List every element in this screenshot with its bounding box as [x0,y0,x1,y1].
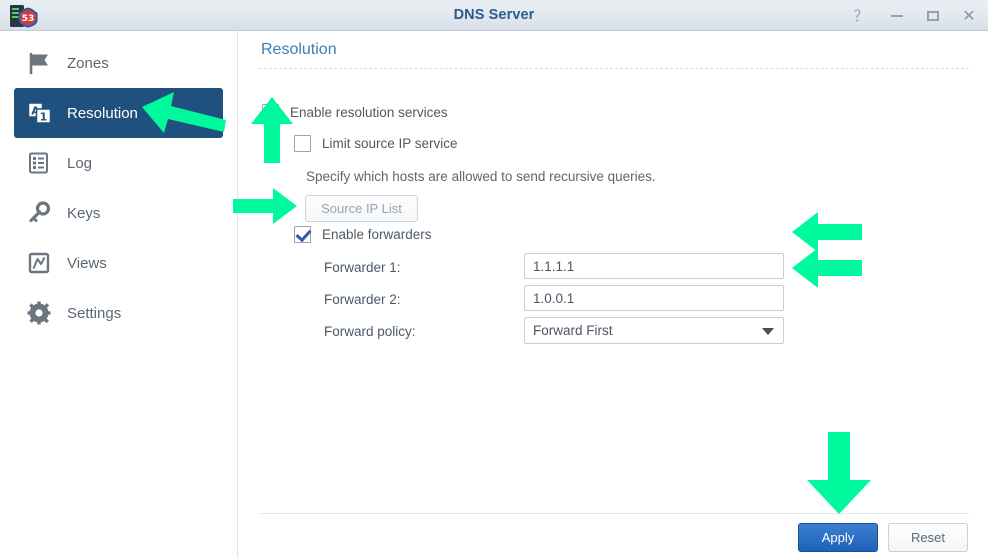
source-ip-list-label: Source IP List [321,201,402,216]
limit-source-ip-label: Limit source IP service [322,136,458,151]
apply-button[interactable]: Apply [798,523,878,552]
recursive-queries-hint: Specify which hosts are allowed to send … [306,169,656,184]
enable-resolution-row[interactable]: Enable resolution services [262,104,448,121]
svg-text:1: 1 [40,111,48,124]
forwarder1-input[interactable] [524,253,784,279]
sidebar-item-label: Resolution [67,104,138,122]
forwarder2-label: Forwarder 2: [324,292,401,307]
list-icon [26,149,54,177]
apply-label: Apply [821,530,855,545]
footer-divider [259,513,969,514]
footer-buttons: Apply Reset [798,523,968,552]
enable-forwarders-label: Enable forwarders [322,227,432,242]
sidebar-item-label: Zones [67,54,109,72]
sidebar-item-label: Keys [67,204,101,222]
chart-icon [26,249,54,277]
help-button[interactable]: ？ [852,7,870,25]
key-icon [26,199,54,227]
close-button[interactable]: ✕ [960,7,978,25]
forwarder1-label: Forwarder 1: [324,260,401,275]
sidebar-item-resolution[interactable]: A 1 Resolution [14,88,223,138]
sidebar-item-zones[interactable]: Zones [14,38,223,88]
sidebar: Zones A 1 Resolution Log Keys Views Sett… [0,31,238,558]
reset-button[interactable]: Reset [888,523,968,552]
forwarder2-input[interactable] [524,285,784,311]
limit-source-ip-row[interactable]: Limit source IP service [294,135,458,152]
forward-policy-select[interactable]: Forward First [524,317,784,344]
enable-forwarders-checkbox[interactable] [294,226,311,243]
source-ip-list-button[interactable]: Source IP List [305,195,418,222]
sidebar-item-keys[interactable]: Keys [14,188,223,238]
window-controls: ？ ✕ [852,0,978,31]
minimize-button[interactable] [888,7,906,25]
sidebar-item-settings[interactable]: Settings [14,288,223,338]
sidebar-item-views[interactable]: Views [14,238,223,288]
title-bar: 53 DNS Server ？ ✕ [0,0,988,31]
sidebar-item-label: Views [67,254,107,272]
limit-source-ip-checkbox[interactable] [294,135,311,152]
window-title: DNS Server [453,7,535,23]
a-to-1-icon: A 1 [26,99,54,127]
maximize-button[interactable] [924,7,942,25]
title-divider [259,68,969,69]
enable-forwarders-row[interactable]: Enable forwarders [294,226,432,243]
chevron-down-icon [762,327,774,335]
sidebar-item-log[interactable]: Log [14,138,223,188]
enable-resolution-checkbox[interactable] [262,104,279,121]
sidebar-item-label: Log [67,154,93,172]
reset-label: Reset [911,530,945,545]
page-title: Resolution [261,41,337,58]
gear-icon [26,299,54,327]
flag-icon [26,49,54,77]
forward-policy-label: Forward policy: [324,324,416,339]
sidebar-item-label: Settings [67,304,122,322]
forward-policy-value: Forward First [533,323,613,338]
enable-resolution-label: Enable resolution services [290,105,448,120]
dns-server-window: 53 DNS Server ？ ✕ Zones A 1 Resolution L… [0,0,988,558]
resolution-panel: Resolution Enable resolution services Li… [239,31,988,558]
